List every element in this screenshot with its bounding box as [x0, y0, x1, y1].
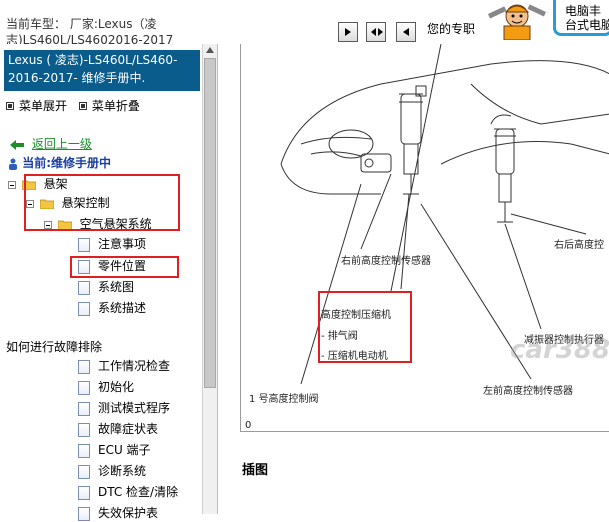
square-bullet-icon [78, 101, 87, 110]
manual-title: Lexus ( 凌志)-LS460L/LS460-2016-2017- 维修手册… [4, 50, 200, 91]
menu-expand-collapse-row: 菜单展开 菜单折叠 [6, 97, 148, 114]
tree-leaf-fail-safe[interactable]: 失效保护表 [78, 504, 158, 522]
nav-split-button[interactable] [366, 22, 386, 42]
tree-leaf-diag-system[interactable]: 诊断系统 [78, 462, 146, 480]
sidebar-scrollbar[interactable] [202, 44, 217, 514]
section-heading-illustration: 插图 [242, 463, 269, 478]
play-reverse-icon [403, 28, 409, 36]
vehicle-info-line1: 当前车型： 厂家:Lexus（凌 [6, 17, 157, 31]
document-icon [78, 301, 90, 316]
tree-leaf-symptom-table[interactable]: 故障症状表 [78, 420, 158, 438]
highlight-box-suspension-path [24, 174, 180, 231]
tree-leaf-operation-check[interactable]: 工作情况检查 [78, 357, 170, 375]
collapse-toggle-icon[interactable] [8, 180, 16, 189]
tree-node-how-to-troubleshoot[interactable]: 如何进行故障排除 [6, 338, 102, 356]
nav-first-button[interactable] [338, 22, 358, 42]
promo-text: 您的专职 [427, 22, 476, 36]
label-height-control-compressor: 高度控制压缩机 [321, 310, 391, 321]
back-link[interactable]: 返回上一级 [10, 135, 92, 152]
current-location: 当前:维修手册中 [8, 154, 111, 171]
tree-leaf-test-mode[interactable]: 测试模式程序 [78, 399, 170, 417]
person-icon [9, 158, 17, 170]
label-right-front-height-sensor: 右前高度控制传感器 [341, 256, 431, 267]
watermark-logo: car388 [510, 335, 609, 365]
document-icon [78, 443, 90, 458]
document-icon [78, 422, 90, 437]
highlight-box-parts-location [70, 256, 179, 278]
nav-last-button[interactable] [396, 22, 416, 42]
top-bar: 当前车型： 厂家:Lexus（凌 志)LS460L/LS4602016-2017… [0, 0, 609, 45]
scroll-up-arrow-icon[interactable] [206, 47, 214, 53]
label-no1-height-control-valve: 1 号高度控制阀 [249, 394, 319, 405]
tree-leaf-system-description[interactable]: 系统描述 [78, 299, 146, 317]
arrow-left-icon [10, 139, 24, 150]
document-icon [78, 237, 90, 252]
document-icon [78, 359, 90, 374]
left-sidebar: Lexus ( 凌志)-LS460L/LS460-2016-2017- 维修手册… [0, 44, 218, 521]
document-icon [78, 464, 90, 479]
scroll-thumb[interactable] [204, 58, 216, 388]
split-arrows-icon [371, 28, 383, 36]
square-bullet-icon [6, 101, 14, 110]
tree-leaf-ecu-terminals[interactable]: ECU 端子 [78, 441, 151, 459]
tree-leaf-system-diagram[interactable]: 系统图 [78, 278, 134, 296]
promo-bubble-text[interactable]: 电脑丰 台式电脑 [565, 4, 609, 32]
label-exhaust-valve: - 排气阀 [321, 331, 358, 342]
mechanic-mascot-icon [487, 4, 547, 40]
tree-leaf-notes[interactable]: 注意事项 [78, 235, 146, 253]
content-panel: 右前高度控制传感器 右后高度控 减振器控制执行器 左前高度控制传感器 1 号高度… [218, 44, 609, 514]
menu-expand-link[interactable]: 菜单展开 [19, 99, 67, 113]
tree-leaf-initialization[interactable]: 初始化 [78, 378, 134, 396]
label-right-rear-height: 右后高度控 [554, 240, 604, 251]
parts-location-diagram: 右前高度控制传感器 右后高度控 减振器控制执行器 左前高度控制传感器 1 号高度… [240, 44, 609, 432]
play-icon [345, 28, 351, 36]
document-icon [78, 401, 90, 416]
tree-leaf-dtc-check[interactable]: DTC 检查/清除 [78, 483, 178, 501]
label-left-front-height-sensor: 左前高度控制传感器 [483, 386, 573, 397]
document-icon [78, 485, 90, 500]
label-compressor-motor: - 压缩机电动机 [321, 351, 388, 362]
document-icon [78, 280, 90, 295]
document-icon [78, 380, 90, 395]
menu-collapse-link[interactable]: 菜单折叠 [92, 99, 140, 113]
label-zero: 0 [245, 420, 252, 431]
